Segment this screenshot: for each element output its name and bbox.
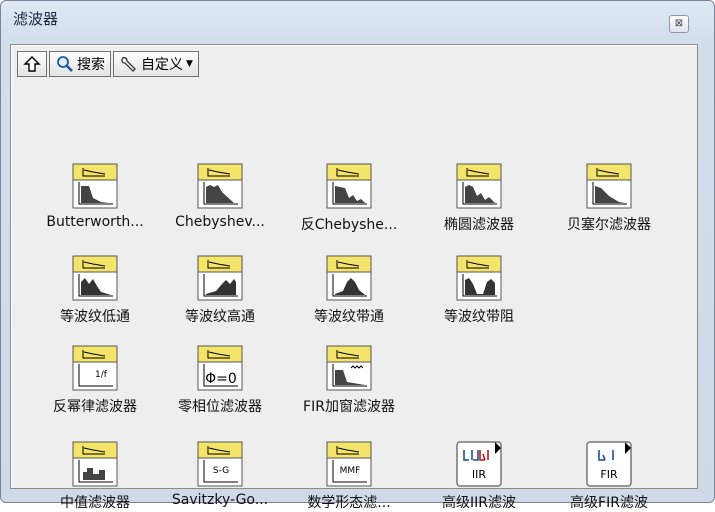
chebyshev-filter-icon: [197, 163, 243, 209]
equiripple-bandstop-icon: [456, 255, 502, 301]
svg-text:FIR: FIR: [600, 468, 618, 481]
palette-item-equiripple-highpass[interactable]: 等波纹高通: [158, 254, 282, 326]
dropdown-arrow-icon: ▼: [186, 59, 193, 69]
palette-item-label: Butterworth...: [46, 214, 144, 230]
palette-item-label: 等波纹带通: [314, 309, 384, 325]
palette-item-equiripple-bandstop[interactable]: 等波纹带阻: [417, 254, 541, 326]
palette-item-label: 零相位滤波器: [178, 399, 262, 415]
palette-item-label: 数学形态滤...: [307, 495, 391, 511]
palette-item-advanced-iir-subpalette[interactable]: IIR 高级IIR滤波: [417, 440, 541, 512]
palette-item-label: Chebyshev...: [175, 214, 265, 230]
elliptic-filter-icon: [456, 163, 502, 209]
palette-toolbar: 搜索 自定义 ▼: [17, 51, 201, 77]
bessel-filter-icon: [586, 163, 632, 209]
palette-item-label: 高级FIR滤波: [570, 495, 648, 511]
butterworth-filter-icon: [72, 163, 118, 209]
palette-item-label: 中值滤波器: [60, 495, 130, 511]
palette-item-elliptic-filter[interactable]: 椭圆滤波器: [417, 162, 541, 234]
palette-item-label: 反Chebyshe...: [300, 217, 398, 233]
palette-item-inverse-chebyshev-filter[interactable]: 反Chebyshe...: [287, 162, 411, 234]
palette-item-label: 等波纹高通: [185, 309, 255, 325]
wrench-icon: [121, 56, 136, 72]
palette-item-advanced-fir-subpalette[interactable]: FIR 高级FIR滤波: [547, 440, 671, 512]
advanced-fir-subpalette-icon: FIR: [586, 441, 632, 487]
palette-item-butterworth-filter[interactable]: Butterworth...: [33, 162, 157, 230]
savitzky-golay-filter-icon: S-G: [197, 441, 243, 487]
search-icon: [57, 56, 73, 72]
palette-item-label: 等波纹低通: [60, 309, 130, 325]
palette-item-label: 椭圆滤波器: [444, 217, 514, 233]
palette-item-inverse-power-law-filter[interactable]: 1/f 反幂律滤波器: [33, 344, 157, 416]
customize-label: 自定义: [141, 57, 183, 73]
up-arrow-icon: [23, 56, 41, 72]
equiripple-lowpass-icon: [72, 255, 118, 301]
palette-item-label: FIR加窗滤波器: [303, 399, 395, 415]
equiripple-highpass-icon: [197, 255, 243, 301]
palette-item-savitzky-golay-filter[interactable]: S-G Savitzky-Go...: [158, 440, 282, 508]
close-button[interactable]: ⊠: [669, 15, 689, 33]
svg-text:Φ=0: Φ=0: [205, 371, 237, 387]
palette-item-equiripple-bandpass[interactable]: 等波纹带通: [287, 254, 411, 326]
palette-items: Butterworth... Chebyshev... 反Chebyshe... 椭圆…: [27, 110, 697, 511]
search-button[interactable]: 搜索: [49, 51, 111, 77]
zero-phase-filter-icon: Φ=0: [197, 345, 243, 391]
up-button[interactable]: [17, 51, 47, 77]
equiripple-bandpass-icon: [326, 255, 372, 301]
svg-text:IIR: IIR: [472, 468, 486, 481]
palette-item-label: 等波纹带阻: [444, 309, 514, 325]
palette-panel: 搜索 自定义 ▼ Butterworth... Chebyshev... 反Cheb…: [10, 44, 698, 511]
palette-item-label: 高级IIR滤波: [442, 495, 516, 511]
morphological-filter-icon: MMF: [326, 441, 372, 487]
palette-item-equiripple-lowpass[interactable]: 等波纹低通: [33, 254, 157, 326]
palette-item-label: 反幂律滤波器: [53, 399, 137, 415]
palette-item-median-filter[interactable]: 中值滤波器: [33, 440, 157, 512]
filters-palette-window: 滤波器 ⊠ 搜索 自定义 ▼ Butterworth... Chebyshev.…: [0, 0, 715, 511]
palette-item-fir-windowed-filter[interactable]: FIR加窗滤波器: [287, 344, 411, 416]
palette-item-label: 贝塞尔滤波器: [567, 217, 651, 233]
median-filter-icon: [72, 441, 118, 487]
search-label: 搜索: [77, 57, 105, 73]
customize-button[interactable]: 自定义 ▼: [113, 51, 199, 77]
palette-item-bessel-filter[interactable]: 贝塞尔滤波器: [547, 162, 671, 234]
svg-text:MMF: MMF: [340, 466, 361, 476]
fir-windowed-filter-icon: [326, 345, 372, 391]
svg-text:1/f: 1/f: [95, 370, 108, 380]
palette-item-chebyshev-filter[interactable]: Chebyshev...: [158, 162, 282, 230]
svg-text:S-G: S-G: [213, 466, 229, 476]
advanced-iir-subpalette-icon: IIR: [456, 441, 502, 487]
palette-item-morphological-filter[interactable]: MMF 数学形态滤...: [287, 440, 411, 512]
palette-item-zero-phase-filter[interactable]: Φ=0 零相位滤波器: [158, 344, 282, 416]
close-icon: ⊠: [674, 18, 684, 29]
inverse-chebyshev-filter-icon: [326, 163, 372, 209]
window-title: 滤波器: [13, 10, 59, 28]
inverse-power-law-filter-icon: 1/f: [72, 345, 118, 391]
palette-item-label: Savitzky-Go...: [171, 492, 269, 508]
